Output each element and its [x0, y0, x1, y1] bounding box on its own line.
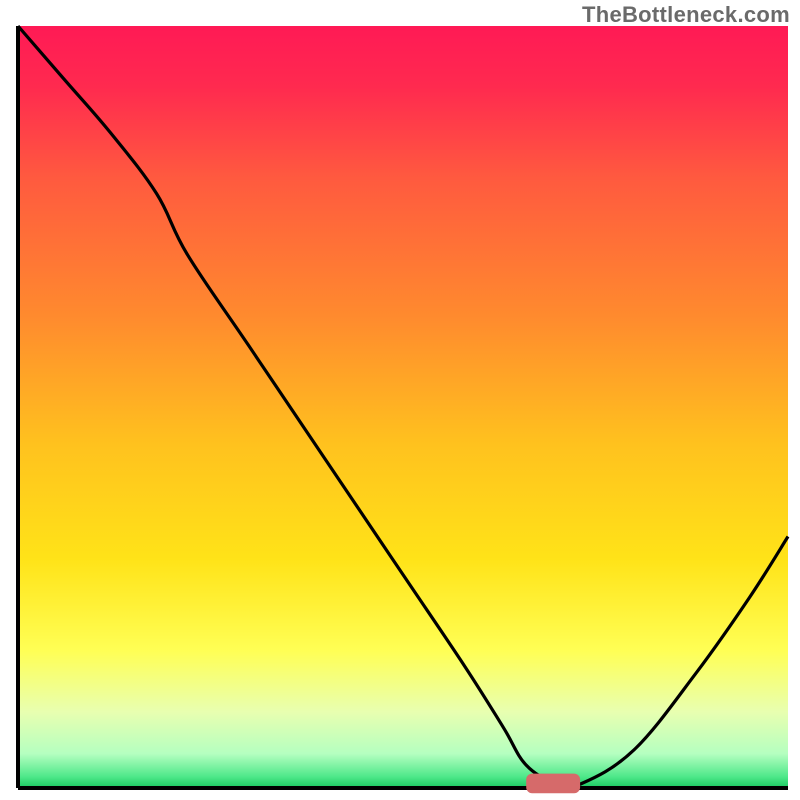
chart-svg — [0, 0, 800, 800]
plot-area-gradient — [18, 26, 788, 788]
optimal-range-marker — [526, 774, 580, 794]
bottleneck-chart: TheBottleneck.com — [0, 0, 800, 800]
